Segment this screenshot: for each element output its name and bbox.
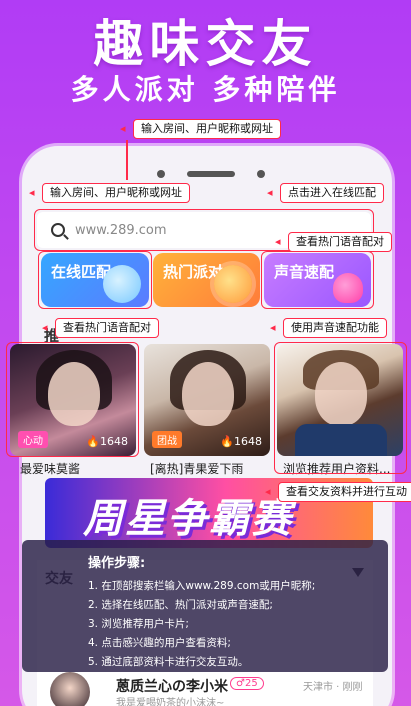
hero-subtitle: 多人派对 多种陪伴 bbox=[70, 73, 341, 106]
avatar[interactable] bbox=[50, 672, 90, 706]
callout-search: ◂ 输入房间、用户昵称或网址 bbox=[29, 183, 190, 203]
callout-arrow-icon: ◂ bbox=[42, 321, 48, 334]
callout-arrow-icon: ◂ bbox=[265, 485, 271, 498]
user-location: 天津市 · 刚刚 bbox=[303, 682, 363, 693]
age-badge: ♂25 bbox=[230, 677, 264, 690]
instruction-step: 1. 在顶部搜索栏输入www.289.com或用户昵称; bbox=[88, 580, 316, 592]
user-signature: 我是爱喝奶茶的小沫沫~ bbox=[116, 698, 225, 706]
phone-notch bbox=[117, 170, 297, 178]
card-title[interactable]: [离热]青果爱下雨 bbox=[150, 460, 243, 477]
callout-voice-match: ◂ 使用声音速配功能 bbox=[270, 318, 387, 338]
callout-hot-voice-left: ◂ 查看热门语音配对 bbox=[42, 318, 159, 338]
callout-hot-voice-right: ◂ 查看热门语音配对 bbox=[275, 232, 392, 252]
card-tag: 团战 bbox=[152, 431, 182, 448]
instruction-step: 4. 点击感兴趣的用户查看资料; bbox=[88, 637, 231, 649]
hot-party-button[interactable]: 热门派对 bbox=[153, 253, 260, 307]
banner-text: 周星争霸赛 bbox=[83, 496, 293, 542]
online-match-highlight bbox=[38, 251, 152, 309]
instruction-step: 3. 浏览推荐用户卡片; bbox=[88, 618, 189, 630]
instructions-title: 操作步骤: bbox=[88, 556, 146, 571]
callout-online-match: ◂ 点击进入在线匹配 bbox=[267, 183, 384, 203]
instruction-step: 5. 通过底部资料卡进行交友互动。 bbox=[88, 656, 249, 668]
callout-connector bbox=[126, 140, 128, 180]
callout-arrow-icon: ◂ bbox=[120, 122, 126, 135]
card-count: 🔥1648 bbox=[220, 435, 262, 448]
callout-arrow-icon: ◂ bbox=[267, 186, 273, 199]
callout-arrow-icon: ◂ bbox=[29, 186, 35, 199]
user-card[interactable]: 团战 🔥1648 bbox=[144, 344, 270, 456]
instruction-step: 2. 选择在线匹配、热门派对或声音速配; bbox=[88, 599, 273, 611]
card-highlight bbox=[6, 342, 139, 457]
callout-top: ◂ 输入房间、用户昵称或网址 bbox=[120, 119, 281, 139]
profile-highlight bbox=[274, 342, 407, 474]
voice-match-highlight bbox=[261, 251, 374, 309]
callout-arrow-icon: ◂ bbox=[275, 235, 281, 248]
callout-profile: ◂ 查看交友资料并进行互动 bbox=[265, 482, 411, 502]
card-title[interactable]: 最爱味莫酱 bbox=[20, 460, 80, 477]
user-name[interactable]: 蒽质兰心の李小米 bbox=[116, 676, 228, 696]
hero-title: 趣味交友 bbox=[93, 15, 318, 73]
instructions-panel: 操作步骤: 1. 在顶部搜索栏输入www.289.com或用户昵称; 2. 选择… bbox=[22, 540, 388, 672]
planet-icon bbox=[214, 265, 252, 303]
avatar-face bbox=[182, 362, 234, 426]
callout-arrow-icon: ◂ bbox=[270, 321, 276, 334]
